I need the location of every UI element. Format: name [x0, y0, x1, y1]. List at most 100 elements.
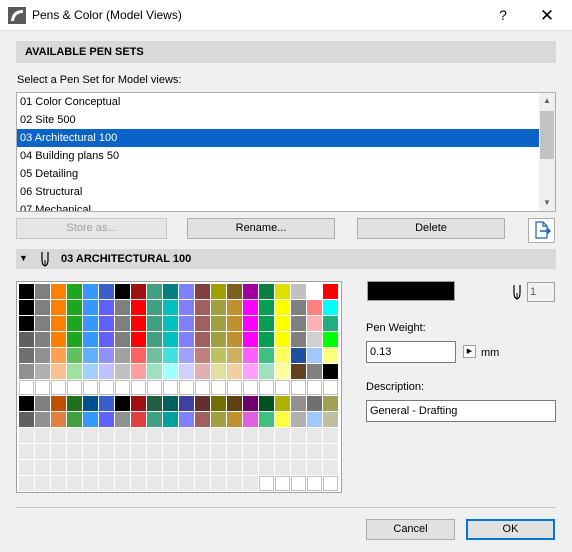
pen-color-swatch[interactable] [227, 380, 242, 395]
pen-color-swatch[interactable] [147, 460, 162, 475]
pen-color-swatch[interactable] [227, 444, 242, 459]
pen-color-swatch[interactable] [179, 444, 194, 459]
pen-color-swatch[interactable] [147, 348, 162, 363]
pen-color-swatch[interactable] [211, 316, 226, 331]
pen-color-swatch[interactable] [227, 284, 242, 299]
pen-color-swatch[interactable] [227, 348, 242, 363]
pen-color-swatch[interactable] [307, 332, 322, 347]
pen-color-swatch[interactable] [211, 380, 226, 395]
pen-color-swatch[interactable] [131, 348, 146, 363]
pen-color-swatch[interactable] [211, 476, 226, 491]
pen-color-swatch[interactable] [35, 300, 50, 315]
pen-color-swatch[interactable] [211, 332, 226, 347]
pen-color-swatch[interactable] [67, 460, 82, 475]
pen-color-swatch[interactable] [195, 460, 210, 475]
pen-color-swatch[interactable] [67, 348, 82, 363]
pen-color-swatch[interactable] [67, 332, 82, 347]
pen-color-swatch[interactable] [51, 380, 66, 395]
pen-color-swatch[interactable] [115, 316, 130, 331]
pen-color-swatch[interactable] [259, 380, 274, 395]
pen-color-swatch[interactable] [323, 428, 338, 443]
pen-color-swatch[interactable] [51, 428, 66, 443]
help-button[interactable]: ? [486, 0, 520, 31]
pen-color-swatch[interactable] [147, 444, 162, 459]
pen-color-swatch[interactable] [243, 300, 258, 315]
pen-color-swatch[interactable] [19, 380, 34, 395]
pen-color-swatch[interactable] [307, 476, 322, 491]
pen-color-swatch[interactable] [67, 428, 82, 443]
pen-color-swatch[interactable] [147, 284, 162, 299]
pen-color-swatch[interactable] [83, 412, 98, 427]
pen-color-swatch[interactable] [243, 348, 258, 363]
pen-color-swatch[interactable] [99, 460, 114, 475]
pen-color-swatch[interactable] [211, 460, 226, 475]
pen-color-swatch[interactable] [67, 300, 82, 315]
pen-color-swatch[interactable] [211, 364, 226, 379]
pen-color-swatch[interactable] [19, 316, 34, 331]
pen-color-swatch[interactable] [147, 300, 162, 315]
pen-color-swatch[interactable] [115, 284, 130, 299]
pen-color-swatch[interactable] [195, 364, 210, 379]
pen-color-swatch[interactable] [275, 380, 290, 395]
pen-color-swatch[interactable] [227, 396, 242, 411]
pen-color-swatch[interactable] [195, 412, 210, 427]
pen-color-swatch[interactable] [131, 444, 146, 459]
pen-color-swatch[interactable] [51, 364, 66, 379]
pen-color-swatch[interactable] [131, 460, 146, 475]
pen-color-swatch[interactable] [35, 364, 50, 379]
pen-color-swatch[interactable] [51, 348, 66, 363]
pen-color-swatch[interactable] [323, 380, 338, 395]
pen-color-swatch[interactable] [83, 364, 98, 379]
pen-color-swatch[interactable] [307, 284, 322, 299]
pen-color-swatch[interactable] [35, 380, 50, 395]
pen-color-swatch[interactable] [67, 380, 82, 395]
pen-color-swatch[interactable] [35, 348, 50, 363]
pen-color-swatch[interactable] [51, 476, 66, 491]
pen-color-swatch[interactable] [51, 332, 66, 347]
description-input[interactable]: General - Drafting [366, 400, 556, 422]
pen-color-swatch[interactable] [51, 412, 66, 427]
pen-color-swatch[interactable] [131, 364, 146, 379]
pen-color-swatch[interactable] [115, 444, 130, 459]
pen-color-swatch[interactable] [147, 396, 162, 411]
pen-color-swatch[interactable] [195, 380, 210, 395]
pen-color-swatch[interactable] [67, 364, 82, 379]
pen-color-swatch[interactable] [323, 332, 338, 347]
pen-color-swatch[interactable] [19, 364, 34, 379]
pen-color-swatch[interactable] [307, 316, 322, 331]
pen-color-swatch[interactable] [115, 380, 130, 395]
pen-color-swatch[interactable] [115, 476, 130, 491]
pen-color-swatch[interactable] [163, 316, 178, 331]
pen-color-swatch[interactable] [83, 332, 98, 347]
pen-color-swatch[interactable] [179, 332, 194, 347]
pen-color-swatch[interactable] [291, 332, 306, 347]
pen-color-swatch[interactable] [227, 460, 242, 475]
pen-color-swatch[interactable] [259, 284, 274, 299]
pen-color-swatch[interactable] [67, 396, 82, 411]
pen-color-swatch[interactable] [115, 332, 130, 347]
pen-color-swatch[interactable] [323, 316, 338, 331]
pen-color-swatch[interactable] [115, 460, 130, 475]
pen-color-swatch[interactable] [99, 444, 114, 459]
pen-color-swatch[interactable] [259, 300, 274, 315]
pen-color-swatch[interactable] [227, 332, 242, 347]
pen-color-swatch[interactable] [83, 348, 98, 363]
pen-color-swatch[interactable] [259, 396, 274, 411]
pen-color-swatch[interactable] [291, 412, 306, 427]
pen-color-swatch[interactable] [227, 316, 242, 331]
pen-color-swatch[interactable] [99, 316, 114, 331]
pen-color-swatch[interactable] [131, 332, 146, 347]
pen-color-swatch[interactable] [115, 348, 130, 363]
pen-color-swatch[interactable] [259, 444, 274, 459]
collapse-triangle-icon[interactable]: ▼ [19, 253, 28, 263]
pen-color-swatch[interactable] [211, 428, 226, 443]
pen-color-swatch[interactable] [291, 284, 306, 299]
pen-color-swatch[interactable] [131, 476, 146, 491]
pen-color-swatch[interactable] [99, 348, 114, 363]
pen-color-swatch[interactable] [243, 380, 258, 395]
pen-color-swatch[interactable] [243, 428, 258, 443]
pen-color-swatch[interactable] [179, 364, 194, 379]
pen-color-swatch[interactable] [179, 412, 194, 427]
pen-color-swatch[interactable] [99, 284, 114, 299]
pen-color-swatch[interactable] [243, 460, 258, 475]
